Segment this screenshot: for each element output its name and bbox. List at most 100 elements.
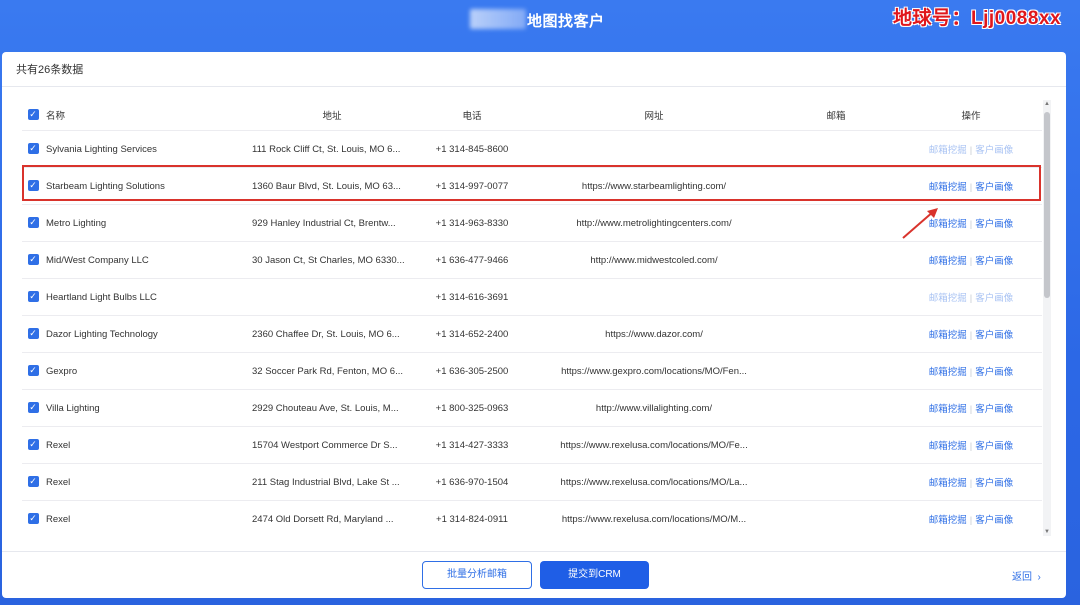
cell-name: Rexel [44,463,252,501]
check-icon: ✓ [27,254,39,266]
action-separator: | [969,145,973,156]
cell-email [776,389,896,427]
results-panel: 共有26条数据 ✓ 名称 地址 电话 网址 邮箱 操作 ✓ Sylvania Li… [2,52,1066,598]
row-checkbox[interactable]: ✓ [22,315,44,353]
action-separator: | [969,441,973,452]
email-mining-link[interactable]: 邮箱挖掘 [929,256,967,267]
cell-address: 1360 Baur Blvd, St. Louis, MO 63... [252,167,412,205]
action-separator: | [969,404,973,415]
email-mining-link[interactable]: 邮箱挖掘 [929,441,967,452]
row-checkbox[interactable]: ✓ [22,463,44,501]
table-row: ✓ Starbeam Lighting Solutions 1360 Baur Bl… [22,167,1042,205]
column-header-phone: 电话 [412,100,532,131]
cell-email [776,278,896,316]
customer-portrait-link[interactable]: 客户画像 [975,145,1013,156]
table-header-row: ✓ 名称 地址 电话 网址 邮箱 操作 [22,100,1042,131]
email-mining-link[interactable]: 邮箱挖掘 [929,145,967,156]
row-checkbox[interactable]: ✓ [22,389,44,427]
customer-portrait-link[interactable]: 客户画像 [975,441,1013,452]
action-separator: | [969,293,973,304]
check-icon: ✓ [27,217,39,229]
table-row: ✓ Rexel 211 Stag Industrial Blvd, Lake St … [22,463,1042,501]
select-all-checkbox[interactable]: ✓ [22,100,44,131]
cell-website: http://www.villalighting.com/ [532,389,776,427]
cell-address: 2360 Chaffee Dr, St. Louis, MO 6... [252,315,412,353]
scroll-up-arrow-icon[interactable]: ▲ [1043,100,1051,108]
cell-website: https://www.starbeamlighting.com/ [532,167,776,205]
cell-phone: +1 314-652-2400 [412,315,532,353]
row-checkbox[interactable]: ✓ [22,352,44,390]
cell-website: https://www.gexpro.com/locations/MO/Fen.… [532,352,776,390]
cell-name: Rexel [44,500,252,536]
table-row: ✓ Mid/West Company LLC 30 Jason Ct, St Cha… [22,241,1042,279]
email-mining-link[interactable]: 邮箱挖掘 [929,293,967,304]
check-icon: ✓ [27,143,39,155]
customer-portrait-link[interactable]: 客户画像 [975,367,1013,378]
cell-website: https://www.rexelusa.com/locations/MO/La… [532,463,776,501]
column-header-actions: 操作 [896,100,1042,131]
email-mining-link[interactable]: 邮箱挖掘 [929,367,967,378]
customer-portrait-link[interactable]: 客户画像 [975,330,1013,341]
cell-address: 2929 Chouteau Ave, St. Louis, M... [252,389,412,427]
check-icon: ✓ [27,180,39,192]
cell-address: 929 Hanley Industrial Ct, Brentw... [252,204,412,242]
row-checkbox[interactable]: ✓ [22,278,44,316]
customer-portrait-link[interactable]: 客户画像 [975,293,1013,304]
cell-address: 30 Jason Ct, St Charles, MO 6330... [252,241,412,279]
action-separator: | [969,182,973,193]
customer-portrait-link[interactable]: 客户画像 [975,256,1013,267]
vertical-scrollbar[interactable]: ▲ ▼ [1043,100,1051,536]
cell-email [776,315,896,353]
customer-portrait-link[interactable]: 客户画像 [975,182,1013,193]
cell-name: Heartland Light Bulbs LLC [44,278,252,316]
table-row: ✓ Dazor Lighting Technology 2360 Chaffee D… [22,315,1042,353]
submit-to-crm-button[interactable]: 提交到CRM [540,561,649,589]
cell-name: Rexel [44,426,252,464]
cell-actions: 邮箱挖掘 | 客户画像 [896,352,1042,390]
row-checkbox[interactable]: ✓ [22,204,44,242]
annotation-arrow-icon [902,208,938,239]
scrollbar-thumb[interactable] [1044,112,1050,298]
email-mining-link[interactable]: 邮箱挖掘 [929,182,967,193]
cell-email [776,463,896,501]
results-table-wrap[interactable]: ✓ 名称 地址 电话 网址 邮箱 操作 ✓ Sylvania Lighting S… [22,100,1042,536]
check-icon: ✓ [27,476,39,488]
cell-name: Sylvania Lighting Services [44,130,252,168]
action-separator: | [969,219,973,230]
email-mining-link[interactable]: 邮箱挖掘 [929,330,967,341]
cell-address: 2474 Old Dorsett Rd, Maryland ... [252,500,412,536]
footer-bar: 批量分析邮箱 提交到CRM 返回 › [2,551,1066,598]
batch-analyze-email-button[interactable]: 批量分析邮箱 [422,561,532,589]
cell-actions: 邮箱挖掘 | 客户画像 [896,130,1042,168]
row-checkbox[interactable]: ✓ [22,241,44,279]
cell-name: Dazor Lighting Technology [44,315,252,353]
cell-address: 111 Rock Cliff Ct, St. Louis, MO 6... [252,130,412,168]
back-link[interactable]: 返回 › [1012,568,1041,583]
email-mining-link[interactable]: 邮箱挖掘 [929,404,967,415]
email-mining-link[interactable]: 邮箱挖掘 [929,478,967,489]
row-checkbox[interactable]: ✓ [22,426,44,464]
customer-portrait-link[interactable]: 客户画像 [975,219,1013,230]
row-checkbox[interactable]: ✓ [22,500,44,536]
check-icon: ✓ [27,109,39,121]
cell-website: https://www.rexelusa.com/locations/MO/M.… [532,500,776,536]
cell-name: Starbeam Lighting Solutions [44,167,252,205]
email-mining-link[interactable]: 邮箱挖掘 [929,515,967,526]
check-icon: ✓ [27,513,39,525]
cell-phone: +1 800-325-0963 [412,389,532,427]
cell-email [776,204,896,242]
cell-email [776,130,896,168]
column-header-address: 地址 [252,100,412,131]
customer-portrait-link[interactable]: 客户画像 [975,515,1013,526]
redacted-brand [470,9,526,29]
customer-portrait-link[interactable]: 客户画像 [975,478,1013,489]
row-checkbox[interactable]: ✓ [22,130,44,168]
customer-portrait-link[interactable]: 客户画像 [975,404,1013,415]
cell-phone: +1 314-616-3691 [412,278,532,316]
cell-phone: +1 636-970-1504 [412,463,532,501]
row-checkbox[interactable]: ✓ [22,167,44,205]
table-row: ✓ Gexpro 32 Soccer Park Rd, Fenton, MO 6..… [22,352,1042,390]
cell-phone: +1 314-997-0077 [412,167,532,205]
scroll-down-arrow-icon[interactable]: ▼ [1043,528,1051,536]
cell-website: http://www.metrolightingcenters.com/ [532,204,776,242]
